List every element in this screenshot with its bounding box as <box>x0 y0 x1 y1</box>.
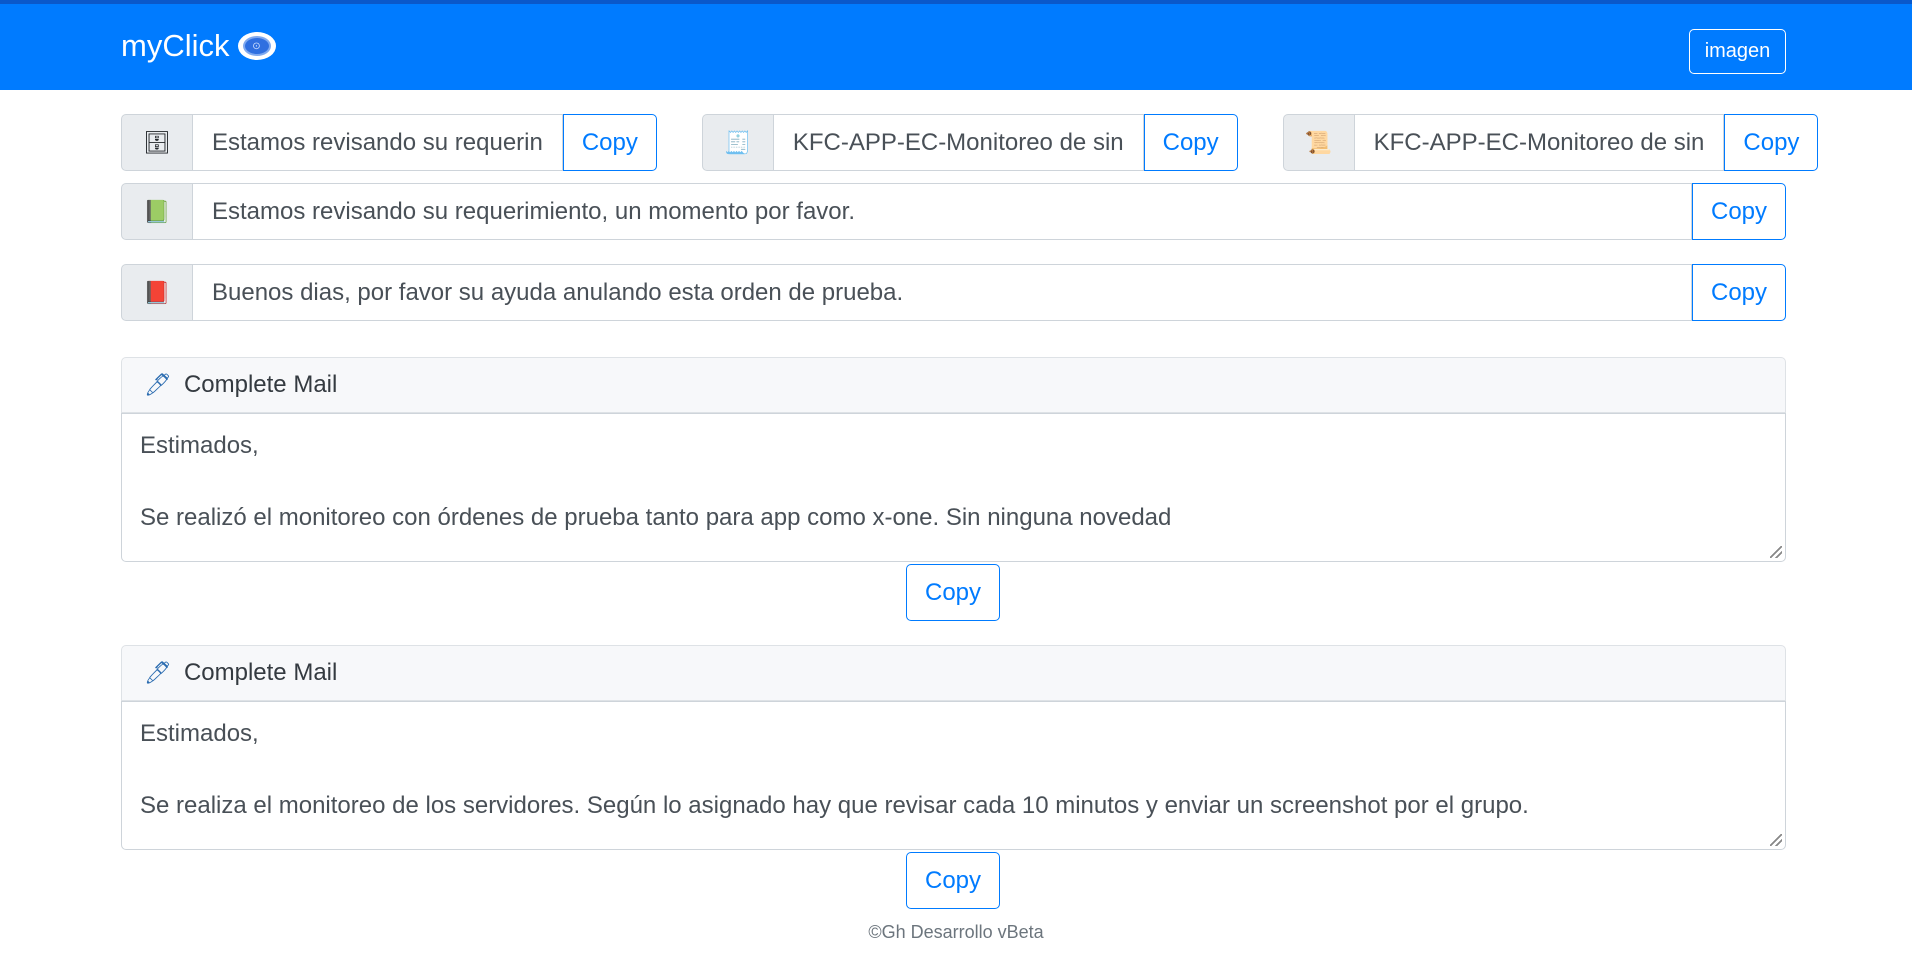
receipt-icon: 🧾 <box>701 114 774 171</box>
copy-button[interactable]: Copy <box>562 114 657 171</box>
scroll-icon: 📜 <box>1282 114 1355 171</box>
copy-button[interactable]: Copy <box>1143 114 1238 171</box>
copy-mail-button[interactable]: Copy <box>906 852 1000 909</box>
copy-button[interactable]: Copy <box>1692 183 1786 240</box>
mail-card-title: Complete Mail <box>183 659 338 686</box>
quick-field-input[interactable]: KFC-APP-EC-Monitoreo de sin <box>773 114 1144 171</box>
pen-icon: 🖊 <box>144 660 172 685</box>
mail-line <box>140 752 1767 788</box>
pen-icon: 🖊 <box>144 372 172 397</box>
red-book-icon: 📕 <box>121 264 193 321</box>
server-icon: 🗄 <box>121 114 193 171</box>
wide-field-input[interactable]: Estamos revisando su requerimiento, un m… <box>193 183 1692 240</box>
quick-field-group: 🗄 Estamos revisando su requerin Copy <box>121 114 657 171</box>
copy-button[interactable]: Copy <box>1724 114 1819 171</box>
mail-textarea[interactable]: Estimados, Se realiza el monitoreo de lo… <box>121 701 1786 850</box>
wide-field-group: 📕 Buenos dias, por favor su ayuda anulan… <box>121 264 1786 321</box>
mail-line <box>140 464 1767 500</box>
mail-card-header: 🖊 Complete Mail <box>121 357 1786 413</box>
resize-handle-icon[interactable] <box>1770 546 1782 558</box>
quick-field-group: 🧾 KFC-APP-EC-Monitoreo de sin Copy <box>701 114 1238 171</box>
mail-line: Se realizó el monitoreo con órdenes de p… <box>140 504 1172 531</box>
wide-field-input[interactable]: Buenos dias, por favor su ayuda anulando… <box>193 264 1692 321</box>
copy-mail-button[interactable]: Copy <box>906 564 1000 621</box>
mail-line: Se realiza el monitoreo de los servidore… <box>140 792 1529 819</box>
copy-button[interactable]: Copy <box>1692 264 1786 321</box>
quick-fields-row: 🗄 Estamos revisando su requerin Copy 🧾 K… <box>121 114 1819 171</box>
footer-text: ©Gh Desarrollo vBeta <box>868 922 1044 942</box>
mail-card-header: 🖊 Complete Mail <box>121 645 1786 701</box>
brand[interactable]: myClick ⊙ <box>121 28 276 64</box>
imagen-button[interactable]: imagen <box>1689 29 1786 74</box>
quick-field-input[interactable]: KFC-APP-EC-Monitoreo de sin <box>1354 114 1725 171</box>
mail-card-title: Complete Mail <box>183 371 338 398</box>
mail-line: Estimados, <box>140 720 259 747</box>
green-book-icon: 📗 <box>121 183 193 240</box>
mail-line: Estimados, <box>140 432 259 459</box>
resize-handle-icon[interactable] <box>1770 834 1782 846</box>
wide-field-group: 📗 Estamos revisando su requerimiento, un… <box>121 183 1786 240</box>
brand-logo-icon: ⊙ <box>237 32 276 60</box>
quick-field-input[interactable]: Estamos revisando su requerin <box>193 114 563 171</box>
mail-textarea[interactable]: Estimados, Se realizó el monitoreo con ó… <box>121 413 1786 562</box>
navbar: myClick ⊙ imagen <box>0 4 1912 90</box>
quick-field-group: 📜 KFC-APP-EC-Monitoreo de sin Copy <box>1282 114 1819 171</box>
brand-name[interactable]: myClick <box>121 28 230 64</box>
